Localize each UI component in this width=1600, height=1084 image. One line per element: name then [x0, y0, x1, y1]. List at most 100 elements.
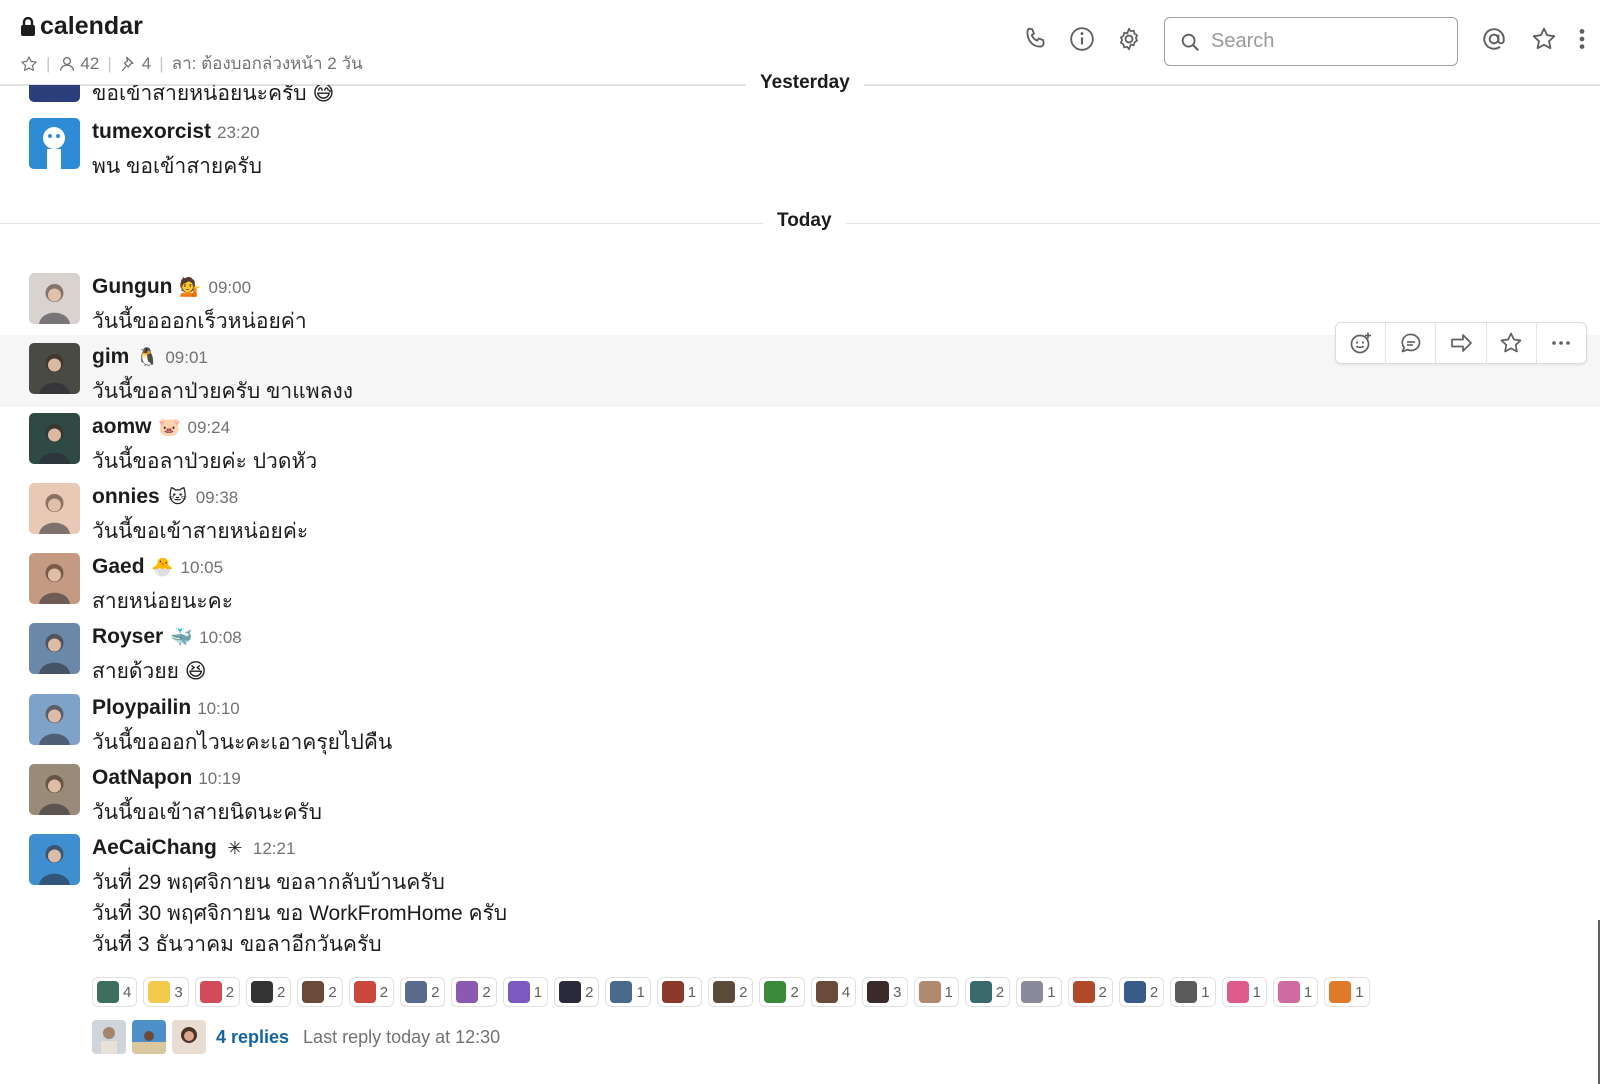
reaction-pill[interactable]: 2: [194, 977, 241, 1007]
status-emoji[interactable]: 🐧: [135, 347, 159, 368]
reaction-pill[interactable]: 1: [605, 977, 651, 1007]
username[interactable]: OatNapon: [92, 766, 192, 790]
username[interactable]: aomw: [92, 415, 152, 439]
reaction-emoji-icon: [867, 981, 890, 1003]
username[interactable]: Gungun: [92, 275, 172, 299]
reaction-count: 1: [533, 983, 543, 1001]
timestamp[interactable]: 09:00: [208, 278, 251, 298]
timestamp[interactable]: 10:08: [199, 628, 242, 648]
gear-icon: [1120, 27, 1138, 51]
avatar[interactable]: [29, 483, 80, 534]
search-box[interactable]: [1164, 17, 1458, 66]
reaction-pill[interactable]: 2: [400, 977, 446, 1007]
timestamp[interactable]: 23:20: [217, 123, 260, 143]
more-menu-button[interactable]: [1570, 24, 1594, 54]
share-message-button[interactable]: [1436, 323, 1487, 363]
timestamp[interactable]: 10:10: [197, 699, 240, 719]
search-icon: [1181, 33, 1199, 51]
username[interactable]: onnies: [92, 485, 160, 509]
avatar[interactable]: [29, 343, 80, 394]
reaction-pill[interactable]: 2: [297, 977, 343, 1007]
lock-icon: [21, 16, 35, 36]
avatar[interactable]: [29, 694, 80, 745]
reaction-pill[interactable]: 1: [1221, 977, 1267, 1007]
star-message-button[interactable]: [1487, 323, 1537, 363]
channel-name: calendar: [40, 12, 143, 40]
reaction-pill[interactable]: 2: [708, 977, 754, 1007]
search-input[interactable]: [1211, 30, 1451, 53]
replies-link[interactable]: 4 replies: [216, 1027, 289, 1048]
reaction-pill[interactable]: 2: [246, 977, 292, 1007]
avatar[interactable]: [29, 553, 80, 604]
avatar[interactable]: [29, 118, 80, 169]
username[interactable]: tumexorcist: [92, 120, 211, 144]
reaction-pill[interactable]: 4: [92, 977, 138, 1007]
status-emoji[interactable]: ✳: [223, 838, 247, 859]
reaction-pill[interactable]: 1: [1324, 977, 1370, 1007]
reaction-count: 1: [1355, 983, 1364, 1001]
start-thread-button[interactable]: [1386, 323, 1437, 363]
more-actions-button[interactable]: [1537, 323, 1586, 363]
channel-topic[interactable]: ลา: ต้องบอกล่วงหน้า 2 วัน: [172, 50, 363, 77]
status-emoji[interactable]: 🐷: [158, 417, 182, 438]
username[interactable]: gim: [92, 345, 129, 369]
timestamp[interactable]: 12:21: [253, 839, 296, 859]
reaction-pill[interactable]: 3: [862, 977, 908, 1007]
status-emoji[interactable]: 🐣: [151, 557, 175, 578]
timestamp[interactable]: 09:38: [196, 488, 239, 508]
message-text: วันนี้ขอลาป่วยค่ะ ปวดหัว: [92, 446, 317, 477]
reaction-emoji-icon: [1277, 981, 1300, 1003]
reaction-pill[interactable]: 2: [1118, 977, 1165, 1007]
avatar[interactable]: [29, 273, 80, 324]
message-gaed: Gaed 🐣 10:05 สายหน่อยนะคะ: [0, 545, 1600, 617]
timestamp[interactable]: 09:01: [165, 348, 208, 368]
member-count[interactable]: 42: [58, 54, 99, 74]
thread-summary[interactable]: 4 replies Last reply today at 12:30: [92, 1020, 500, 1054]
avatar[interactable]: [29, 834, 80, 885]
message-line: วันนี้ขอลาป่วยครับ ขาแพลงง: [92, 380, 353, 403]
reaction-pill[interactable]: 1: [1170, 977, 1216, 1007]
reaction-pill[interactable]: 2: [554, 977, 600, 1007]
avatar[interactable]: [29, 764, 80, 815]
reaction-pill[interactable]: 1: [913, 977, 959, 1007]
add-reaction-button[interactable]: [1336, 323, 1387, 363]
avatar[interactable]: [29, 623, 80, 674]
status-emoji[interactable]: 💁: [178, 277, 202, 298]
username[interactable]: AeCaiChang: [92, 836, 217, 860]
reaction-pill[interactable]: 4: [810, 977, 857, 1007]
pinned-count[interactable]: 4: [120, 54, 151, 74]
reaction-pill[interactable]: 1: [502, 977, 549, 1007]
timestamp[interactable]: 09:24: [188, 418, 231, 438]
username[interactable]: Royser: [92, 625, 163, 649]
username[interactable]: Ploypailin: [92, 696, 191, 720]
reaction-pill[interactable]: 3: [143, 977, 189, 1007]
channel-settings-button[interactable]: [1114, 24, 1144, 54]
message-line: วันนี้ขอเข้าสายหน่อยค่ะ: [92, 520, 309, 543]
channel-info-button[interactable]: [1067, 24, 1097, 54]
reaction-pill[interactable]: 1: [656, 977, 703, 1007]
message-line: สายด้วยย: [92, 660, 179, 683]
channel-title[interactable]: calendar: [20, 12, 143, 41]
reaction-pill[interactable]: 2: [451, 977, 497, 1007]
reaction-pill[interactable]: 2: [1067, 977, 1113, 1007]
timestamp[interactable]: 10:19: [198, 769, 241, 789]
status-emoji[interactable]: 🐳: [169, 627, 193, 648]
mentions-button[interactable]: [1479, 24, 1509, 54]
pin-icon: [121, 56, 134, 71]
avatar[interactable]: [29, 413, 80, 464]
star-outline-icon[interactable]: [20, 55, 38, 73]
reaction-pill[interactable]: 2: [348, 977, 395, 1007]
timestamp[interactable]: 10:05: [181, 558, 224, 578]
reaction-pill[interactable]: 1: [1272, 977, 1319, 1007]
reactions-row: 4 3 2 2 2 2 2 2 1 2 1 1 2 2 4 3 1 2 1 2 2 1 1 1 1: [92, 977, 1370, 1007]
status-emoji[interactable]: 🐱: [166, 487, 190, 508]
reaction-pill[interactable]: 2: [964, 977, 1011, 1007]
call-button[interactable]: [1020, 24, 1050, 54]
reaction-pill[interactable]: 2: [759, 977, 805, 1007]
reaction-count: 3: [893, 983, 902, 1001]
username[interactable]: Gaed: [92, 555, 145, 579]
reaction-emoji-icon: [1123, 981, 1146, 1003]
starred-items-button[interactable]: [1529, 24, 1559, 54]
reaction-emoji-icon: [456, 981, 479, 1003]
reaction-pill[interactable]: 1: [1016, 977, 1062, 1007]
